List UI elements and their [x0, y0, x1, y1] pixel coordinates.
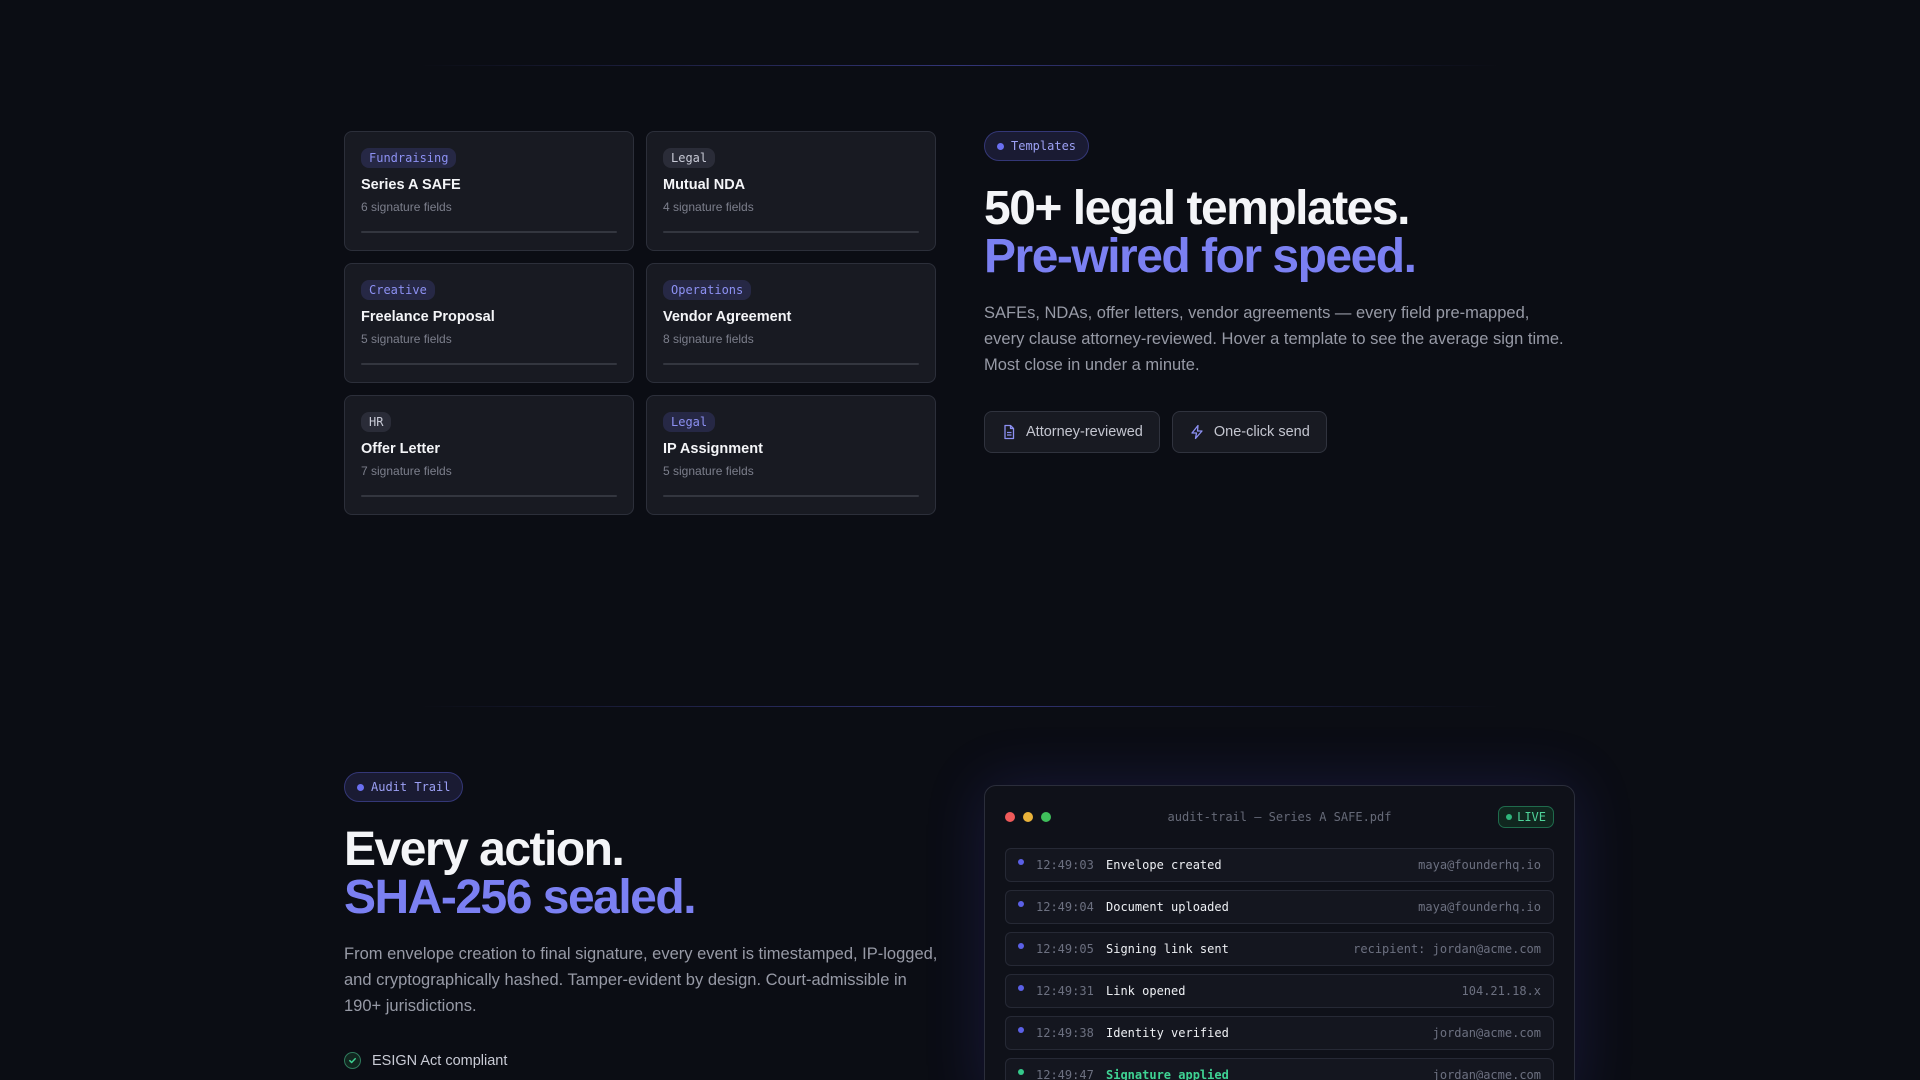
- template-card-offer-letter[interactable]: HR Offer Letter 7 signature fields: [344, 395, 634, 515]
- section-divider-top: [420, 65, 1500, 66]
- template-title: Offer Letter: [361, 441, 440, 457]
- templates-headline: 50+ legal templates. Pre-wired for speed…: [984, 182, 1417, 283]
- audit-trail-terminal: audit-trail — Series A SAFE.pdf LIVE 12:…: [984, 785, 1575, 1080]
- log-meta: maya@founderhq.io: [1418, 858, 1541, 872]
- chip-one-click-send[interactable]: One-click send: [1171, 411, 1327, 453]
- log-meta: recipient: jordan@acme.com: [1353, 942, 1541, 956]
- template-progress-bar: [361, 495, 617, 497]
- event-dot-icon: [1018, 859, 1024, 865]
- event-dot-icon: [1018, 901, 1024, 907]
- log-row: 12:49:04 Document uploaded maya@founderh…: [1005, 890, 1554, 924]
- template-progress-bar: [663, 231, 919, 233]
- template-title: Vendor Agreement: [663, 309, 792, 325]
- log-row: 12:49:05 Signing link sent recipient: jo…: [1005, 932, 1554, 966]
- template-fields: 5 signature fields: [361, 332, 452, 346]
- log-time: 12:49:38: [1036, 1026, 1094, 1040]
- compliance-label: ESIGN Act compliant: [372, 1052, 508, 1069]
- template-card-ip-assignment[interactable]: Legal IP Assignment 5 signature fields: [646, 395, 936, 515]
- headline-line-2: SHA-256 sealed.: [344, 871, 697, 924]
- audit-trail-pill: Audit Trail: [344, 772, 464, 802]
- compliance-item: ESIGN Act compliant: [344, 1052, 507, 1069]
- event-dot-icon: [1018, 943, 1024, 949]
- template-card-vendor-agreement[interactable]: Operations Vendor Agreement 8 signature …: [646, 263, 936, 383]
- headline-line-1: 50+ legal templates.: [984, 182, 1410, 235]
- chip-label: One-click send: [1213, 424, 1310, 440]
- log-time: 12:49:05: [1036, 942, 1094, 956]
- pill-label: Templates: [1011, 139, 1077, 153]
- template-tag: Creative: [361, 280, 435, 300]
- log-row: 12:49:38 Identity verified jordan@acme.c…: [1005, 1016, 1554, 1050]
- log-event: Link opened: [1106, 984, 1186, 998]
- template-card-freelance-proposal[interactable]: Creative Freelance Proposal 5 signature …: [344, 263, 634, 383]
- lightning-icon: [1191, 424, 1203, 440]
- pill-label: Audit Trail: [371, 780, 451, 794]
- template-tag: Legal: [663, 412, 716, 432]
- templates-feature-chips: Attorney-reviewed One-click send: [984, 411, 1327, 453]
- template-tag: Operations: [663, 280, 752, 300]
- template-title: Mutual NDA: [663, 177, 746, 193]
- headline-line-2: Pre-wired for speed.: [984, 230, 1417, 283]
- headline-line-1: Every action.: [344, 823, 625, 876]
- log-event: Envelope created: [1106, 858, 1222, 872]
- check-circle-icon: [344, 1052, 361, 1069]
- audit-headline: Every action. SHA-256 sealed.: [344, 823, 697, 924]
- template-progress-bar: [361, 231, 617, 233]
- event-dot-icon: [1018, 1069, 1024, 1075]
- chip-label: Attorney-reviewed: [1026, 424, 1143, 440]
- log-row: 12:49:47 Signature applied jordan@acme.c…: [1005, 1058, 1554, 1080]
- chip-attorney-reviewed[interactable]: Attorney-reviewed: [984, 411, 1160, 453]
- log-time: 12:49:03: [1036, 858, 1094, 872]
- template-tag: Legal: [663, 148, 716, 168]
- template-card-series-a-safe[interactable]: Fundraising Series A SAFE 6 signature fi…: [344, 131, 634, 251]
- terminal-header: audit-trail — Series A SAFE.pdf LIVE: [1005, 786, 1554, 848]
- template-title: Series A SAFE: [361, 177, 461, 193]
- template-tag: Fundraising: [361, 148, 457, 168]
- template-card-mutual-nda[interactable]: Legal Mutual NDA 4 signature fields: [646, 131, 936, 251]
- log-time: 12:49:04: [1036, 900, 1094, 914]
- live-dot-icon: [1506, 814, 1513, 820]
- templates-grid: Fundraising Series A SAFE 6 signature fi…: [344, 131, 936, 515]
- log-time: 12:49:31: [1036, 984, 1094, 998]
- template-fields: 6 signature fields: [361, 200, 452, 214]
- templates-description: SAFEs, NDAs, offer letters, vendor agree…: [984, 304, 1564, 374]
- template-progress-bar: [361, 363, 617, 365]
- template-fields: 4 signature fields: [663, 200, 754, 214]
- template-progress-bar: [663, 363, 919, 365]
- log-meta: 104.21.18.x: [1461, 984, 1541, 998]
- template-title: IP Assignment: [663, 441, 763, 457]
- section-divider-middle: [420, 706, 1500, 707]
- log-event: Signature applied: [1106, 1068, 1229, 1080]
- live-badge: LIVE: [1498, 806, 1554, 828]
- log-time: 12:49:47: [1036, 1068, 1094, 1080]
- log-meta: jordan@acme.com: [1432, 1068, 1541, 1080]
- terminal-title: audit-trail — Series A SAFE.pdf: [1167, 810, 1392, 824]
- log-event: Signing link sent: [1106, 942, 1229, 956]
- templates-pill: Templates: [984, 131, 1090, 161]
- pill-dot: [997, 142, 1004, 150]
- template-fields: 8 signature fields: [663, 332, 754, 346]
- event-dot-icon: [1018, 1027, 1024, 1033]
- template-progress-bar: [663, 495, 919, 497]
- log-meta: jordan@acme.com: [1432, 1026, 1541, 1040]
- live-label: LIVE: [1517, 810, 1546, 824]
- event-dot-icon: [1018, 985, 1024, 991]
- log-event: Document uploaded: [1106, 900, 1229, 914]
- log-row: 12:49:31 Link opened 104.21.18.x: [1005, 974, 1554, 1008]
- log-row: 12:49:03 Envelope created maya@founderhq…: [1005, 848, 1554, 882]
- template-title: Freelance Proposal: [361, 309, 495, 325]
- template-fields: 5 signature fields: [663, 464, 754, 478]
- log-event: Identity verified: [1106, 1026, 1229, 1040]
- pill-dot: [357, 783, 364, 791]
- log-meta: maya@founderhq.io: [1418, 900, 1541, 914]
- audit-description: From envelope creation to final signatur…: [344, 945, 938, 1015]
- template-tag: HR: [361, 412, 392, 432]
- document-icon: [1004, 424, 1015, 440]
- template-fields: 7 signature fields: [361, 464, 452, 478]
